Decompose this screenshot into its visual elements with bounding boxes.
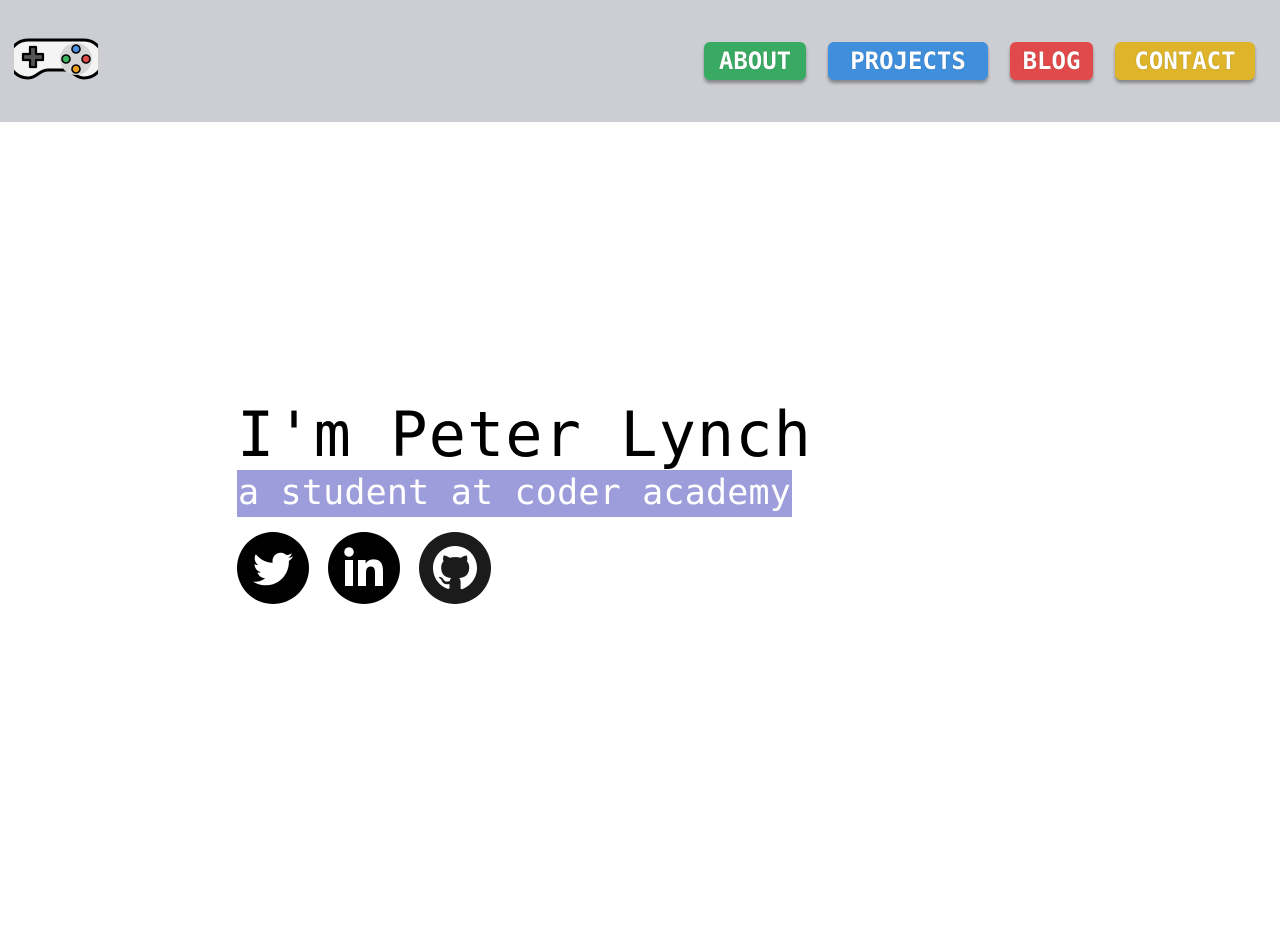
twitter-icon	[237, 532, 309, 604]
nav-contact-button[interactable]: CONTACT	[1115, 42, 1255, 80]
main-nav: ABOUT PROJECTS BLOG CONTACT	[0, 42, 1280, 82]
page-subtitle: a student at coder academy	[237, 470, 793, 517]
hero-section: I'm Peter Lynch a student at coder acade…	[237, 400, 812, 517]
linkedin-link[interactable]	[328, 532, 400, 604]
page-title: I'm Peter Lynch	[237, 398, 812, 471]
twitter-link[interactable]	[237, 532, 309, 604]
github-icon	[419, 532, 491, 604]
github-link[interactable]	[419, 532, 491, 604]
nav-about-button[interactable]: ABOUT	[704, 42, 806, 80]
site-header: ABOUT PROJECTS BLOG CONTACT	[0, 0, 1280, 122]
social-links	[237, 532, 497, 604]
nav-blog-button[interactable]: BLOG	[1010, 42, 1093, 80]
nav-projects-button[interactable]: PROJECTS	[828, 42, 988, 80]
linkedin-icon	[328, 532, 400, 604]
